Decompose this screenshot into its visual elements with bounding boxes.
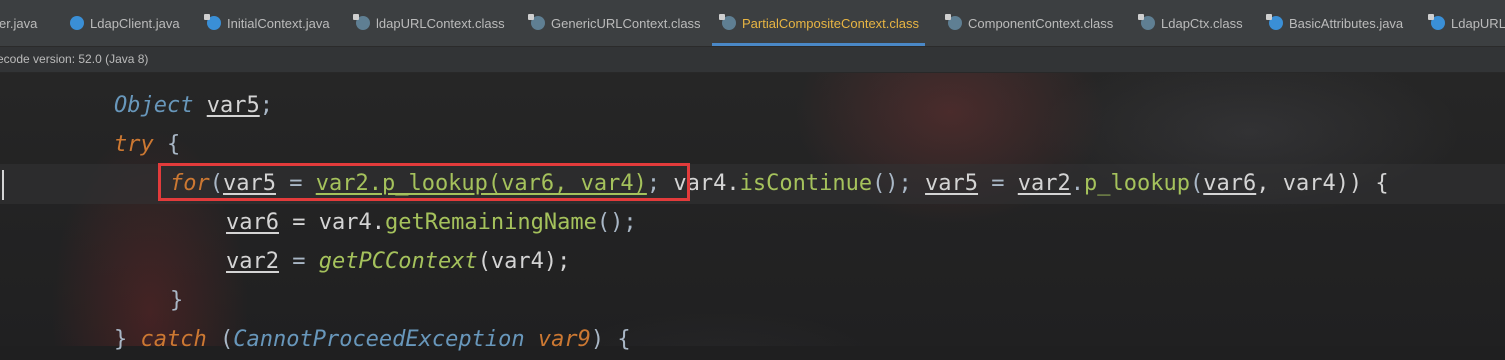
- method-token: getPCContext: [318, 249, 478, 274]
- compiled-class-icon: [353, 14, 370, 30]
- bytecode-version-banner: ecode version: 52.0 (Java 8): [0, 47, 1505, 73]
- variable-token: var6: [226, 210, 279, 235]
- tab-label: GenericURLContext.class: [551, 15, 701, 31]
- tab-label: LdapURL.: [1451, 15, 1505, 31]
- tab-ldapurl[interactable]: LdapURL.: [1428, 0, 1505, 46]
- tab-label: ComponentContext.class: [968, 15, 1114, 31]
- code-line-object-decl: Object var5;: [114, 86, 273, 126]
- java-class-icon: [1266, 14, 1283, 30]
- punctuation-token: .: [1070, 171, 1085, 196]
- variable-token: var5: [925, 171, 979, 196]
- java-class-icon: [204, 14, 221, 30]
- punctuation-token: ();: [872, 171, 926, 196]
- variable-token: var9: [537, 327, 591, 352]
- tab-label: er.java: [0, 15, 38, 31]
- compiled-class-icon: [528, 14, 545, 30]
- punctuation-token: ;: [259, 93, 273, 118]
- tab-basicattributes-java[interactable]: BasicAttributes.java: [1266, 0, 1404, 46]
- tab-label: LdapCtx.class: [1161, 15, 1243, 31]
- tab-ldapctx-class[interactable]: LdapCtx.class: [1138, 0, 1243, 46]
- java-class-icon: [70, 16, 84, 30]
- operator-token: =: [978, 171, 1018, 196]
- code-line-try: try {: [114, 125, 180, 165]
- identifier-token: (var4);: [477, 249, 571, 274]
- tab-label: BasicAttributes.java: [1289, 15, 1404, 31]
- tab-initialcontext-java[interactable]: InitialContext.java: [204, 0, 330, 46]
- keyword-token: catch: [140, 327, 207, 352]
- tab-componentcontext-class[interactable]: ComponentContext.class: [945, 0, 1114, 46]
- bytecode-version-text: ecode version: 52.0 (Java 8): [0, 52, 149, 66]
- tab-label: LdapClient.java: [90, 15, 180, 31]
- type-token: CannotProceedException: [233, 327, 525, 352]
- operator-token: =: [278, 249, 319, 274]
- code-line-close-brace: }: [170, 281, 183, 321]
- tab-ldapclient-java[interactable]: LdapClient.java: [70, 0, 180, 46]
- code-line-catch: } catch (CannotProceedException var9) {: [114, 320, 631, 360]
- variable-token: var6: [1203, 171, 1257, 196]
- punctuation-token: }: [170, 288, 184, 313]
- tab-label: ldapURLContext.class: [376, 15, 505, 31]
- code-line-get-remaining-name: var6 = var4.getRemainingName();: [226, 203, 637, 243]
- code-editor[interactable]: Object var5; try { for(var5 = var2.p_loo…: [0, 72, 1505, 352]
- tab-er-java[interactable]: er.java: [0, 0, 37, 46]
- tab-genericurlcontext-class[interactable]: GenericURLContext.class: [528, 0, 701, 46]
- variable-token: var2: [226, 249, 279, 274]
- tab-ldapurlcontext-class[interactable]: ldapURLContext.class: [353, 0, 505, 46]
- punctuation-token: }: [114, 327, 141, 352]
- compiled-class-icon: [1138, 14, 1155, 30]
- tab-partialcompositecontext-class[interactable]: PartialCompositeContext.class: [711, 0, 926, 46]
- variable-token: var5: [206, 93, 260, 118]
- editor-tab-bar: er.java LdapClient.java InitialContext.j…: [0, 0, 1505, 47]
- method-token: getRemainingName: [384, 210, 597, 235]
- tab-label: PartialCompositeContext.class: [742, 15, 920, 31]
- identifier-token: = var4.: [278, 210, 385, 235]
- code-line-get-pc-context: var2 = getPCContext(var4);: [226, 242, 570, 282]
- java-class-icon: [1428, 14, 1445, 30]
- identifier-token: , var4)) {: [1256, 171, 1389, 196]
- punctuation-token: ) {: [590, 327, 631, 352]
- compiled-class-icon: [719, 14, 736, 30]
- compiled-class-icon: [945, 14, 962, 30]
- keyword-token: try: [114, 132, 154, 157]
- caret-gutter-marker: [2, 170, 4, 200]
- method-token: isContinue: [739, 171, 873, 196]
- annotation-highlight-box: [158, 163, 690, 201]
- tab-label: InitialContext.java: [227, 15, 330, 31]
- method-token: p_lookup: [1084, 171, 1190, 196]
- punctuation-token: (: [206, 327, 234, 352]
- punctuation-token: (: [1189, 171, 1204, 196]
- punctuation-token: {: [153, 132, 181, 157]
- type-token: Object: [114, 93, 194, 118]
- punctuation-token: ();: [596, 210, 637, 235]
- variable-token: var2: [1017, 171, 1071, 196]
